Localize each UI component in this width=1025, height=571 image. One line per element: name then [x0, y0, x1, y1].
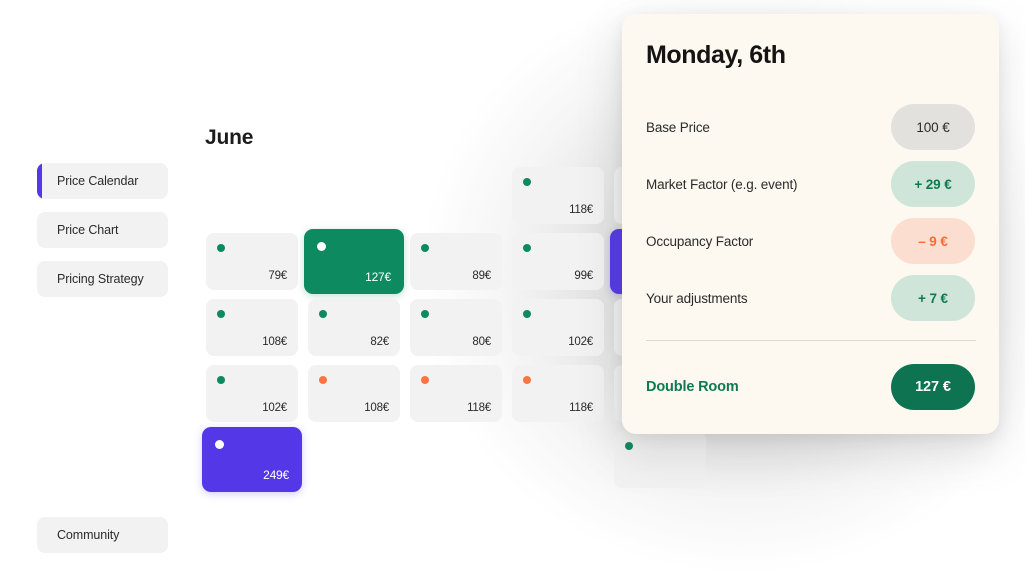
calendar-day-cell[interactable]: 249€ [202, 427, 302, 492]
status-dot-green [217, 244, 225, 252]
day-price-label: 118€ [569, 402, 593, 414]
sidebar-item-label: Community [57, 528, 120, 542]
day-price-label: 80€ [472, 336, 491, 348]
day-price-label: 82€ [370, 336, 389, 348]
calendar-day-cell[interactable]: 102€ [512, 299, 604, 356]
factor-label: Your adjustments [646, 290, 748, 306]
day-price-label: 118€ [467, 402, 491, 414]
room-type-label: Double Room [646, 379, 739, 395]
sidebar-item-label: Pricing Strategy [57, 272, 144, 286]
factor-row-base-price: Base Price 100 € [646, 104, 975, 150]
calendar-day-cell[interactable]: 89€ [410, 233, 502, 290]
status-dot-green [421, 310, 429, 318]
calendar-day-cell[interactable]: 79€ [206, 233, 298, 290]
factor-value-pill: + 29 € [891, 161, 975, 207]
status-dot-white [317, 242, 326, 251]
calendar-day-cell[interactable]: 102€ [206, 365, 298, 422]
status-dot-orange [319, 376, 327, 384]
status-dot-orange [523, 376, 531, 384]
status-dot-green [421, 244, 429, 252]
calendar-day-cell[interactable]: 108€ [206, 299, 298, 356]
factor-row-market-factor: Market Factor (e.g. event) + 29 € [646, 161, 975, 207]
sidebar-item-price-chart[interactable]: Price Chart [37, 212, 168, 248]
day-price-label: 102€ [262, 402, 287, 414]
calendar-day-cell[interactable]: 82€ [308, 299, 400, 356]
day-price-label: 99€ [574, 270, 593, 282]
sidebar-item-pricing-strategy[interactable]: Pricing Strategy [37, 261, 168, 297]
status-dot-green [319, 310, 327, 318]
calendar-day-cell[interactable]: 127€ [304, 229, 404, 294]
total-row: Double Room 127 € [646, 364, 975, 410]
status-dot-green [625, 442, 633, 450]
price-breakdown-popup: Monday, 6th Base Price 100 € Market Fact… [622, 14, 999, 434]
total-price-pill: 127 € [891, 364, 975, 410]
status-dot-green [217, 376, 225, 384]
factor-row-occupancy-factor: Occupancy Factor – 9 € [646, 218, 975, 264]
factor-label: Occupancy Factor [646, 233, 754, 249]
factor-value-pill[interactable]: + 7 € [891, 275, 975, 321]
status-dot-white [215, 440, 224, 449]
factor-label: Market Factor (e.g. event) [646, 176, 798, 192]
day-price-label: 108€ [364, 402, 389, 414]
sidebar-item-label: Price Chart [57, 223, 119, 237]
status-dot-green [523, 244, 531, 252]
calendar-day-cell[interactable]: 108€ [308, 365, 400, 422]
calendar-day-cell[interactable]: 80€ [410, 299, 502, 356]
popup-title: Monday, 6th [646, 41, 786, 69]
status-dot-green [523, 178, 531, 186]
sidebar-item-community[interactable]: Community [37, 517, 168, 553]
month-title: June [205, 126, 254, 149]
factor-value-pill: 100 € [891, 104, 975, 150]
status-dot-green [523, 310, 531, 318]
day-price-label: 118€ [569, 204, 593, 216]
day-price-label: 108€ [262, 336, 287, 348]
day-price-label: 249€ [263, 468, 289, 482]
calendar-day-cell[interactable]: 118€ [512, 365, 604, 422]
calendar-day-cell[interactable] [614, 431, 706, 488]
day-price-label: 79€ [268, 270, 287, 282]
factor-label: Base Price [646, 119, 710, 135]
day-price-label: 127€ [365, 270, 391, 284]
sidebar: Price Calendar Price Chart Pricing Strat… [37, 0, 169, 571]
calendar-day-cell[interactable]: 118€ [410, 365, 502, 422]
status-dot-orange [421, 376, 429, 384]
day-price-label: 89€ [472, 270, 491, 282]
calendar-day-cell[interactable]: 118€ [512, 167, 604, 224]
day-price-label: 102€ [568, 336, 593, 348]
status-dot-green [217, 310, 225, 318]
sidebar-item-label: Price Calendar [57, 174, 139, 188]
factor-value-pill: – 9 € [891, 218, 975, 264]
sidebar-item-price-calendar[interactable]: Price Calendar [37, 163, 168, 199]
calendar-day-cell[interactable]: 99€ [512, 233, 604, 290]
popup-divider [646, 340, 976, 341]
factor-row-your-adjustments[interactable]: Your adjustments + 7 € [646, 275, 975, 321]
